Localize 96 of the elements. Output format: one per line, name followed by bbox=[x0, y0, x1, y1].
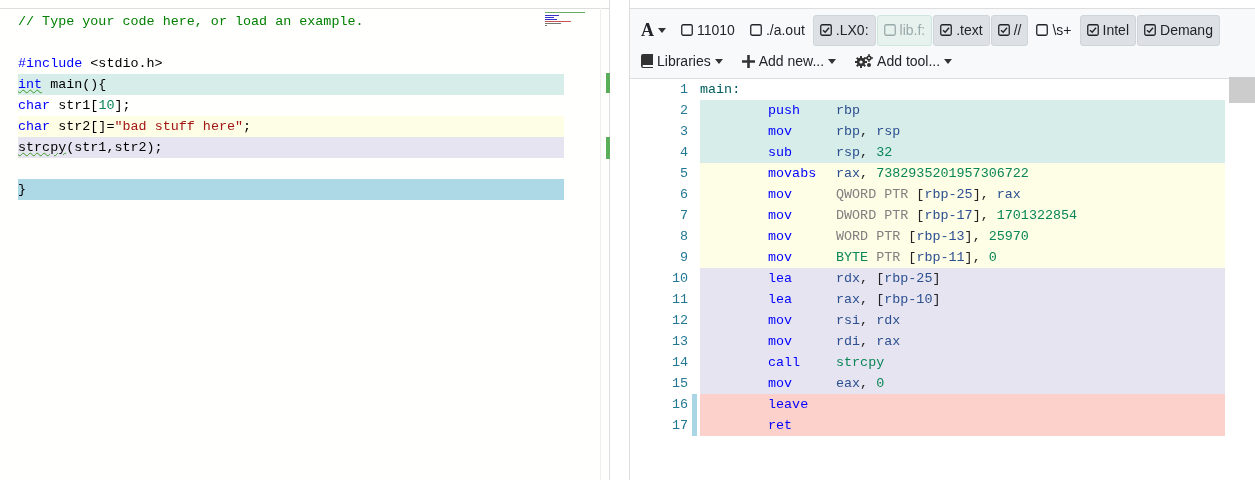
instruction-operands: rax, [rbp-10] bbox=[836, 291, 941, 309]
instruction-operands: WORD PTR [rbp-13], 25970 bbox=[836, 228, 1029, 246]
caret-icon bbox=[828, 58, 837, 64]
instruction-mnemonic: lea bbox=[768, 291, 794, 309]
asm-label: main: bbox=[700, 81, 741, 99]
line-number: 11 bbox=[670, 291, 689, 309]
instruction-operands: rsp, 32 bbox=[836, 144, 893, 162]
minimap-drawing bbox=[545, 12, 585, 26]
instruction-operands: strcpy bbox=[836, 354, 885, 372]
instruction-operands: DWORD PTR [rbp-17], 1701322854 bbox=[836, 207, 1078, 225]
instruction-operands: rsi, rdx bbox=[836, 312, 901, 330]
caret-icon bbox=[658, 27, 666, 33]
dropdown-menu-button[interactable]: Add tool... bbox=[848, 48, 960, 74]
line-number: 13 bbox=[670, 333, 689, 351]
instruction-mnemonic: call bbox=[768, 354, 802, 372]
minimap-drawing bbox=[1229, 77, 1255, 103]
code-text: ; bbox=[243, 119, 252, 134]
code-text: (str1,str2); bbox=[66, 140, 163, 155]
line-number: 14 bbox=[670, 354, 689, 372]
instruction-operands: QWORD PTR [rbp-25], rax bbox=[836, 186, 1021, 204]
instruction-mnemonic: lea bbox=[768, 270, 794, 288]
line-number: 2 bbox=[678, 102, 689, 120]
line-number: 17 bbox=[670, 417, 689, 435]
line-number: 8 bbox=[678, 228, 689, 246]
code-text: char bbox=[18, 119, 51, 134]
line-number: 5 bbox=[678, 165, 689, 183]
code-text: "bad stuff here" bbox=[114, 119, 244, 134]
checkbox-icon bbox=[883, 24, 896, 36]
instruction-mnemonic: movabs bbox=[768, 165, 818, 183]
checkbox-icon bbox=[819, 24, 832, 36]
checkbox-icon bbox=[1144, 24, 1156, 36]
instruction-mnemonic: leave bbox=[768, 396, 810, 414]
checkbox-icon bbox=[1036, 24, 1049, 36]
instruction-mnemonic: mov bbox=[768, 207, 794, 225]
instruction-operands: BYTE PTR [rbp-11], 0 bbox=[836, 249, 997, 267]
filter-toggle-button[interactable]: 11010 bbox=[674, 14, 742, 46]
code-text: // Type your code here, or load an example. bbox=[18, 14, 364, 29]
instruction-mnemonic: mov bbox=[768, 228, 794, 246]
line-number: 6 bbox=[678, 186, 689, 204]
dropdown-menu-button[interactable]: Add new... bbox=[734, 48, 844, 74]
filter-toggle-button[interactable]: Demang bbox=[1137, 14, 1220, 46]
instruction-mnemonic: push bbox=[768, 102, 802, 120]
book-icon bbox=[641, 54, 653, 68]
filter-toggle-button[interactable]: Intel bbox=[1079, 14, 1136, 46]
line-number: 3 bbox=[678, 123, 689, 141]
instruction-mnemonic: mov bbox=[768, 312, 794, 330]
checkbox-icon bbox=[749, 24, 762, 36]
instruction-operands: rax, 7382935201957306722 bbox=[836, 165, 1029, 183]
line-number: 4 bbox=[678, 144, 689, 162]
code-text: main(){ bbox=[49, 77, 107, 92]
code-text: str1[ bbox=[57, 98, 99, 113]
dropdown-menu-button[interactable]: Libraries bbox=[634, 48, 730, 74]
checkbox-icon bbox=[997, 24, 1010, 36]
line-number: 9 bbox=[678, 249, 689, 267]
instruction-mnemonic: mov bbox=[768, 333, 794, 351]
overview-marker bbox=[606, 137, 610, 159]
instruction-operands: rbp bbox=[836, 102, 861, 120]
filter-toggle-button[interactable]: \s+ bbox=[1029, 14, 1079, 46]
code-text: } bbox=[18, 182, 27, 197]
instruction-mnemonic: mov bbox=[768, 375, 794, 393]
filter-toggle-button[interactable]: .LX0: bbox=[812, 14, 876, 46]
line-number: 15 bbox=[670, 375, 689, 393]
caret-icon bbox=[714, 58, 723, 64]
line-number: 7 bbox=[678, 207, 689, 225]
checkbox-icon bbox=[940, 24, 953, 36]
overview-marker bbox=[606, 73, 610, 93]
code-text: str2[]= bbox=[57, 119, 115, 134]
code-text: #include bbox=[18, 56, 83, 71]
instruction-mnemonic: mov bbox=[768, 249, 794, 267]
code-text: strcpy bbox=[18, 140, 67, 155]
checkbox-icon bbox=[681, 24, 693, 36]
caret-icon bbox=[944, 58, 953, 64]
instruction-mnemonic: mov bbox=[768, 123, 794, 141]
plus-icon bbox=[741, 54, 755, 68]
line-number: 10 bbox=[670, 270, 689, 288]
font-size-button[interactable]: A bbox=[634, 14, 673, 46]
code-text: int bbox=[18, 77, 43, 92]
filter-toggle-button[interactable]: // bbox=[990, 14, 1029, 46]
line-number: 16 bbox=[670, 396, 689, 414]
line-number: 1 bbox=[678, 81, 689, 99]
instruction-mnemonic: sub bbox=[768, 144, 794, 162]
gears-icon bbox=[855, 54, 874, 68]
filter-toggle-button[interactable]: .text bbox=[933, 14, 990, 46]
instruction-operands: rdi, rax bbox=[836, 333, 901, 351]
line-number: 12 bbox=[670, 312, 689, 330]
instruction-operands: rdx, [rbp-25] bbox=[836, 270, 941, 288]
instruction-mnemonic: mov bbox=[768, 186, 794, 204]
filter-toggle-button[interactable]: ./a.out bbox=[742, 14, 812, 46]
checkbox-icon bbox=[1086, 24, 1099, 36]
code-text: char bbox=[18, 98, 51, 113]
code-text: ]; bbox=[114, 98, 131, 113]
code-text: <stdio.h> bbox=[89, 56, 163, 71]
instruction-operands: rbp, rsp bbox=[836, 123, 901, 141]
code-text: 10 bbox=[98, 98, 115, 113]
instruction-operands: eax, 0 bbox=[836, 375, 885, 393]
instruction-mnemonic: ret bbox=[768, 417, 794, 435]
